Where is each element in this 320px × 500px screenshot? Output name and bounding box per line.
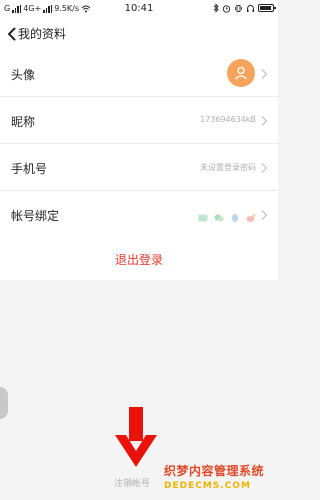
phone-value: 未设置登录密码 [200, 163, 256, 172]
phone-row[interactable]: 手机号 未设置登录密码 [0, 144, 278, 191]
logout-label: 退出登录 [114, 253, 163, 267]
chevron-right-icon [261, 163, 268, 173]
qq-icon [230, 208, 240, 222]
alarm-icon [222, 4, 231, 13]
weibo-icon [246, 208, 256, 222]
cancel-account-link[interactable]: 注销帐号 [114, 476, 150, 489]
avatar[interactable] [227, 59, 255, 87]
page-title: 我的资料 [18, 27, 67, 41]
row-label-avatar: 头像 [11, 68, 36, 82]
user-icon [235, 66, 247, 80]
row-label-binding: 帐号绑定 [11, 209, 60, 223]
nickname-value: 173694634kB [200, 115, 256, 124]
vibrate-icon [235, 4, 242, 12]
chevron-right-icon [261, 69, 268, 79]
headphone-icon [247, 4, 254, 12]
floating-side-handle[interactable] [0, 387, 8, 419]
profile-list: 头像 昵称 173694634kB 手机号 未设置登录密码 帐号绑定 [0, 50, 278, 238]
bluetooth-icon [213, 3, 219, 13]
logout-button[interactable]: 退出登录 [0, 238, 278, 280]
watermark-url: DEDECMS.COM [164, 481, 251, 491]
status-right [213, 3, 276, 13]
back-button[interactable] [4, 24, 18, 44]
chevron-left-icon [7, 27, 15, 41]
wechat-icon [214, 208, 224, 222]
arrow-down-icon [115, 407, 157, 467]
watermark: 织梦内容管理系统 DEDECMS.COM [164, 462, 276, 491]
row-label-phone: 手机号 [11, 162, 48, 176]
binding-icons [198, 208, 256, 222]
chevron-right-icon [261, 116, 268, 126]
watermark-title: 织梦内容管理系统 [164, 464, 265, 478]
row-label-nickname: 昵称 [11, 115, 36, 129]
status-bar: G 4G+ 9.5K/s 10:41 [0, 0, 278, 18]
message-icon [198, 208, 208, 222]
nickname-row[interactable]: 昵称 173694634kB [0, 97, 278, 144]
account-binding-row[interactable]: 帐号绑定 [0, 191, 278, 238]
chevron-right-icon [261, 210, 268, 220]
top-bar: 我的资料 [0, 18, 278, 50]
avatar-row[interactable]: 头像 [0, 50, 278, 97]
battery-icon [258, 4, 276, 12]
